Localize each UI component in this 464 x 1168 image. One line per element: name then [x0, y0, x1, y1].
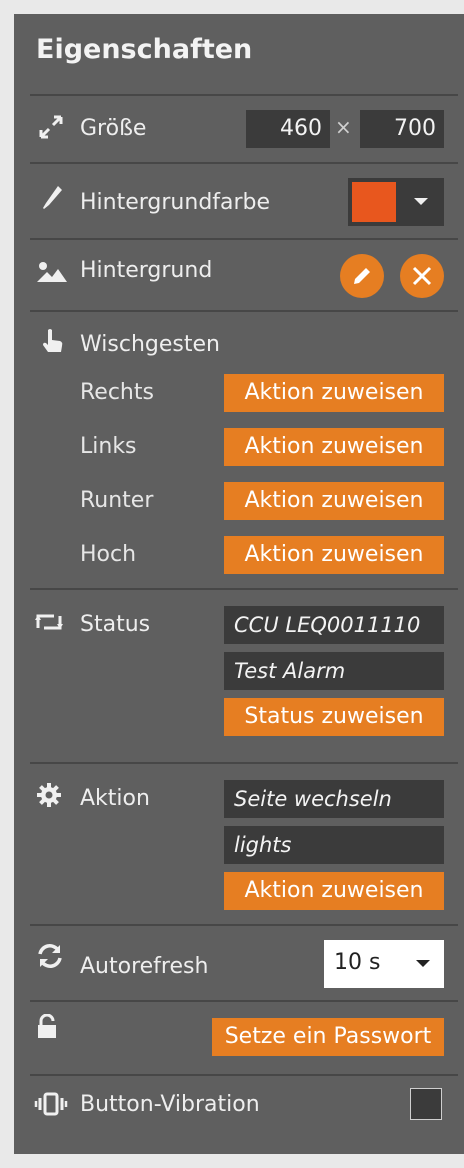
assign-action-left-button[interactable]: Aktion zuweisen: [224, 428, 444, 466]
gear-icon: [36, 782, 62, 812]
action-field-1[interactable]: Seite wechseln: [224, 780, 444, 818]
divider: [30, 162, 458, 164]
bgcolor-label: Hintergrundfarbe: [80, 190, 271, 215]
chevron-down-icon: [416, 960, 430, 967]
vibration-label: Button-Vibration: [80, 1092, 260, 1117]
panel-title: Eigenschaften: [36, 34, 253, 65]
autorefresh-label: Autorefresh: [80, 954, 209, 979]
assign-action-right-button[interactable]: Aktion zuweisen: [224, 374, 444, 412]
divider: [30, 94, 458, 96]
divider: [30, 588, 458, 590]
eyedropper-icon: [40, 184, 64, 216]
hand-pointer-icon: [42, 328, 64, 360]
gesture-left-label: Links: [80, 434, 137, 459]
clear-background-button[interactable]: [400, 254, 444, 298]
close-icon: [412, 266, 432, 286]
image-icon: [36, 260, 68, 288]
vibration-icon: [34, 1092, 68, 1120]
status-field-2[interactable]: Test Alarm: [224, 652, 444, 690]
action-field-2[interactable]: lights: [224, 826, 444, 864]
autorefresh-value: 10 s: [334, 950, 381, 975]
resize-icon: [38, 114, 64, 144]
pencil-icon: [354, 268, 370, 284]
properties-panel: Eigenschaften Größe 460 × 700 Hintergrun…: [14, 14, 464, 1154]
gesture-up-label: Hoch: [80, 542, 137, 567]
set-password-button[interactable]: Setze ein Passwort: [212, 1018, 444, 1056]
retweet-icon: [34, 612, 64, 636]
gesture-down-label: Runter: [80, 488, 154, 513]
divider: [30, 238, 458, 240]
gesture-right-label: Rechts: [80, 380, 154, 405]
vibration-checkbox[interactable]: [410, 1088, 442, 1120]
divider: [30, 310, 458, 312]
times-icon: ×: [335, 115, 352, 139]
autorefresh-select[interactable]: 10 s: [324, 940, 444, 988]
refresh-icon: [36, 942, 64, 974]
divider: [30, 924, 458, 926]
action-label: Aktion: [80, 786, 150, 811]
color-swatch: [352, 182, 396, 222]
height-input[interactable]: 700: [360, 110, 444, 148]
edit-background-button[interactable]: [340, 254, 384, 298]
size-label: Größe: [80, 116, 147, 141]
color-picker[interactable]: [348, 178, 444, 226]
assign-action-down-button[interactable]: Aktion zuweisen: [224, 482, 444, 520]
divider: [30, 762, 458, 764]
chevron-down-icon: [414, 198, 428, 205]
status-label: Status: [80, 612, 151, 637]
assign-action-button[interactable]: Aktion zuweisen: [224, 872, 444, 910]
divider: [30, 1000, 458, 1002]
width-input[interactable]: 460: [246, 110, 330, 148]
assign-status-button[interactable]: Status zuweisen: [224, 698, 444, 736]
divider: [30, 1074, 458, 1076]
unlock-icon: [36, 1013, 58, 1044]
background-label: Hintergrund: [80, 258, 213, 283]
status-field-1[interactable]: CCU LEQ0011110: [224, 606, 444, 644]
gestures-label: Wischgesten: [80, 332, 220, 357]
assign-action-up-button[interactable]: Aktion zuweisen: [224, 536, 444, 574]
